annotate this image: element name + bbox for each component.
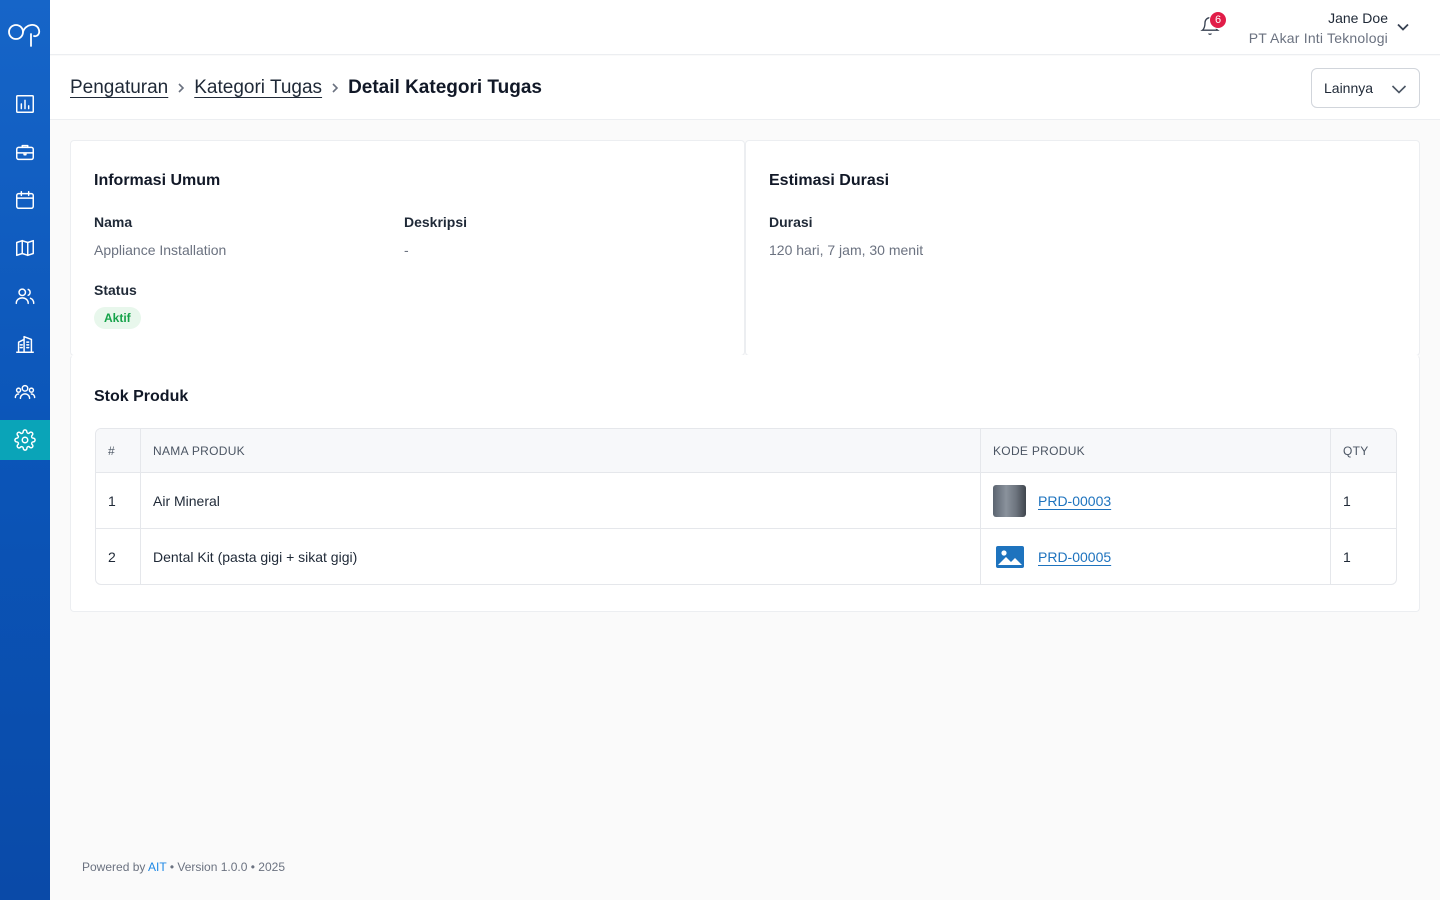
user-name[interactable]: Jane Doe (1328, 10, 1388, 26)
breadcrumb-link-pengaturan[interactable]: Pengaturan (70, 77, 168, 99)
footer-brand-link[interactable]: AIT (148, 860, 166, 874)
column-header-qty: QTY (1331, 429, 1396, 472)
map-icon (16, 239, 34, 257)
duration-title: Estimasi Durasi (769, 172, 890, 189)
product-thumbnail[interactable] (993, 484, 1026, 517)
user-company[interactable]: PT Akar Inti Teknologi (1249, 30, 1388, 46)
users-icon (15, 288, 35, 305)
notification-count-badge: 6 (1209, 11, 1227, 29)
sidebar-item-map[interactable] (0, 228, 50, 268)
status-label: Status (94, 282, 137, 298)
page-header: Pengaturan Kategori Tugas Detail Kategor… (50, 56, 1440, 120)
sidebar-item-users[interactable] (0, 276, 50, 316)
page-title: Detail Kategori Tugas (348, 77, 542, 98)
product-name: Air Mineral (141, 473, 981, 528)
more-actions-dropdown[interactable]: Lainnya (1311, 68, 1420, 108)
chevron-right-icon (176, 83, 186, 93)
sidebar-item-calendar[interactable] (0, 180, 50, 220)
top-bar: 6 Jane Doe PT Akar Inti Teknologi (50, 0, 1440, 55)
product-code-link[interactable]: PRD-00005 (1038, 549, 1111, 565)
footer: Powered by AIT • Version 1.0.0 • 2025 (82, 860, 285, 874)
duration-card: Estimasi Durasi Durasi 120 hari, 7 jam, … (745, 140, 1420, 356)
calendar-icon (16, 191, 34, 209)
product-qty: 1 (1343, 548, 1351, 565)
general-info-title: Informasi Umum (94, 172, 221, 189)
gear-icon (14, 429, 36, 451)
sidebar-item-dashboard[interactable] (0, 84, 50, 124)
stock-title: Stok Produk (94, 388, 189, 405)
more-actions-label: Lainnya (1324, 80, 1374, 96)
footer-version: • Version 1.0.0 • 2025 (169, 860, 285, 874)
column-header-number: # (96, 429, 141, 472)
product-name: Dental Kit (pasta gigi + sikat gigi) (141, 529, 981, 584)
chart-icon (16, 95, 34, 113)
table-header-row: # NAMA PRODUK KODE PRODUK QTY (96, 429, 1396, 473)
image-placeholder-icon[interactable] (993, 541, 1026, 573)
building-icon (16, 335, 34, 353)
briefcase-icon (16, 144, 34, 161)
product-code-link[interactable]: PRD-00003 (1038, 493, 1111, 509)
product-code-cell: PRD-00003 (981, 473, 1331, 528)
description-value: - (404, 242, 409, 258)
sidebar (0, 0, 50, 900)
breadcrumb: Pengaturan Kategori Tugas Detail Kategor… (70, 77, 542, 99)
sidebar-item-briefcase[interactable] (0, 132, 50, 172)
column-header-product-name: NAMA PRODUK (141, 429, 981, 472)
stock-table: # NAMA PRODUK KODE PRODUK QTY 1 Air Mine… (95, 428, 1397, 585)
description-label: Deskripsi (404, 214, 468, 230)
app-logo[interactable] (7, 18, 43, 48)
column-header-product-code: KODE PRODUK (981, 429, 1331, 472)
duration-label: Durasi (769, 214, 813, 230)
sidebar-item-team[interactable] (0, 372, 50, 412)
chevron-down-icon (1391, 82, 1407, 98)
product-code-cell: PRD-00005 (981, 529, 1331, 584)
breadcrumb-link-kategori-tugas[interactable]: Kategori Tugas (194, 77, 322, 99)
row-number: 2 (96, 529, 141, 584)
status-badge: Aktif (94, 307, 141, 329)
duration-value: 120 hari, 7 jam, 30 menit (769, 242, 924, 258)
stock-card: Stok Produk # NAMA PRODUK KODE PRODUK QT… (70, 355, 1420, 612)
name-value: Appliance Installation (94, 242, 227, 258)
team-icon (14, 384, 36, 400)
name-label: Nama (94, 214, 133, 230)
product-qty: 1 (1343, 492, 1351, 509)
general-info-card: Informasi Umum Nama Appliance Installati… (70, 140, 745, 356)
footer-powered-by: Powered by (82, 860, 146, 874)
chevron-right-icon (330, 83, 340, 93)
chevron-down-icon[interactable] (1396, 20, 1410, 34)
sidebar-item-building[interactable] (0, 324, 50, 364)
table-row: 1 Air Mineral PRD-00003 1 (96, 473, 1396, 529)
table-row: 2 Dental Kit (pasta gigi + sikat gigi) P… (96, 529, 1396, 584)
row-number: 1 (96, 473, 141, 528)
sidebar-item-settings[interactable] (0, 420, 50, 460)
